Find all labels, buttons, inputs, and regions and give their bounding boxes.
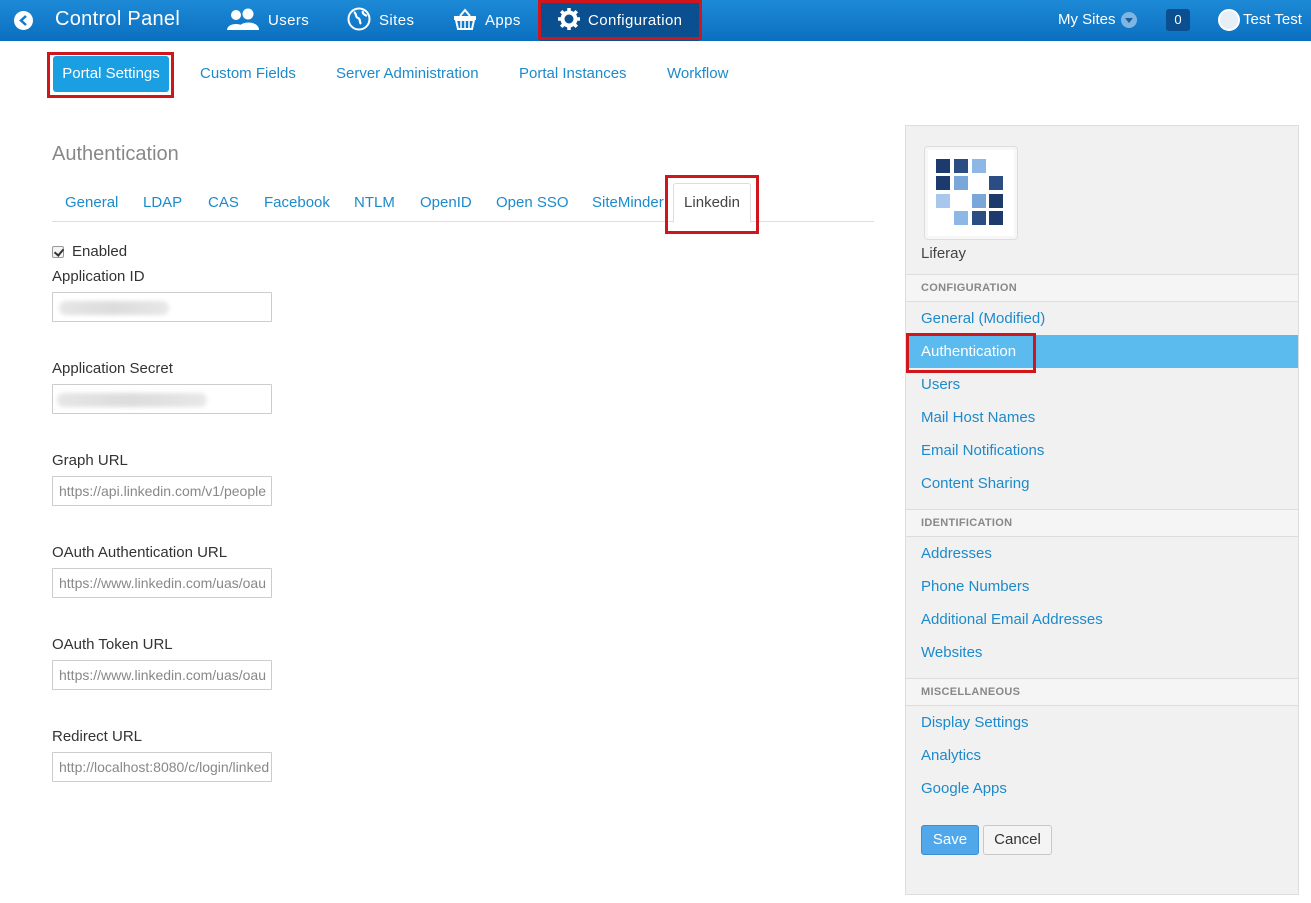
application-id-label: Application ID [52,268,145,285]
save-button[interactable]: Save [921,825,979,855]
enabled-checkbox[interactable] [52,246,64,258]
tab-linkedin[interactable]: Linkedin [673,183,751,223]
portal-logo[interactable] [924,146,1018,240]
tab-cas[interactable]: CAS [208,194,239,211]
globe-icon [347,7,371,35]
portal-name: Liferay [921,245,967,262]
panel-link-addresses[interactable]: Addresses [921,545,992,562]
tab-portal-settings[interactable]: Portal Settings [53,56,169,92]
my-sites-menu[interactable]: My Sites [1058,11,1116,28]
nav-users-label: Users [268,12,310,29]
oauth-authentication-url-label: OAuth Authentication URL [52,544,228,561]
enabled-label: Enabled [72,243,128,260]
user-name[interactable]: Test Test [1243,11,1302,28]
application-id-field[interactable] [52,292,272,322]
redirect-url-field[interactable]: http://localhost:8080/c/login/linked [52,752,272,782]
redirect-url-label: Redirect URL [52,728,143,745]
nav-apps-label: Apps [485,12,521,29]
panel-link-mail-host-names[interactable]: Mail Host Names [921,409,1035,426]
tab-workflow[interactable]: Workflow [667,65,728,82]
nav-users[interactable]: Users [226,0,309,41]
back-icon[interactable] [14,11,33,30]
tab-ldap[interactable]: LDAP [143,194,182,211]
cancel-button[interactable]: Cancel [983,825,1052,855]
redacted-value [59,301,169,315]
panel-link-email-notifications[interactable]: Email Notifications [921,442,1044,459]
page-title: Authentication [52,143,179,165]
tab-portal-instances[interactable]: Portal Instances [519,65,627,82]
oauth-token-url-field[interactable]: https://www.linkedin.com/uas/oau [52,660,272,690]
panel-link-websites[interactable]: Websites [921,644,982,661]
tab-ntlm[interactable]: NTLM [354,194,395,211]
nav-configuration[interactable]: Configuration [540,0,699,41]
graph-url-label: Graph URL [52,452,128,469]
oauth-token-url-label: OAuth Token URL [52,636,173,653]
tab-general[interactable]: General [65,194,118,211]
section-identification: IDENTIFICATION [906,509,1298,537]
nav-configuration-label: Configuration [588,12,683,29]
tab-custom-fields[interactable]: Custom Fields [200,65,296,82]
tab-openid[interactable]: OpenID [420,194,472,211]
avatar[interactable] [1218,9,1240,31]
chevron-down-icon[interactable] [1121,12,1137,28]
section-configuration: CONFIGURATION [906,274,1298,302]
panel-link-content-sharing[interactable]: Content Sharing [921,475,1029,492]
redacted-value [57,393,207,407]
oauth-authentication-url-field[interactable]: https://www.linkedin.com/uas/oau [52,568,272,598]
tab-server-administration[interactable]: Server Administration [336,65,479,82]
tab-open-sso[interactable]: Open SSO [496,194,569,211]
application-secret-field[interactable] [52,384,272,414]
section-miscellaneous: MISCELLANEOUS [906,678,1298,706]
tab-siteminder[interactable]: SiteMinder [592,194,664,211]
nav-sites-label: Sites [379,12,415,29]
panel-link-phone-numbers[interactable]: Phone Numbers [921,578,1029,595]
notification-count[interactable]: 0 [1166,9,1190,31]
nav-sites[interactable]: Sites [347,0,414,41]
panel-link-google-apps[interactable]: Google Apps [921,780,1007,797]
panel-link-general[interactable]: General (Modified) [921,310,1045,327]
panel-link-display-settings[interactable]: Display Settings [921,714,1029,731]
basket-icon [453,7,477,34]
tab-facebook[interactable]: Facebook [264,194,330,211]
gear-icon [558,7,580,34]
panel-link-analytics[interactable]: Analytics [921,747,981,764]
application-secret-label: Application Secret [52,360,173,377]
top-bar: Control Panel Users Sites Apps Configura… [0,0,1311,41]
users-icon [226,8,260,34]
app-title: Control Panel [55,8,181,30]
nav-apps[interactable]: Apps [453,0,521,41]
graph-url-field[interactable]: https://api.linkedin.com/v1/people [52,476,272,506]
panel-link-authentication[interactable]: Authentication [921,343,1016,360]
panel-link-additional-email-addresses[interactable]: Additional Email Addresses [921,611,1103,628]
panel-link-users[interactable]: Users [921,376,960,393]
